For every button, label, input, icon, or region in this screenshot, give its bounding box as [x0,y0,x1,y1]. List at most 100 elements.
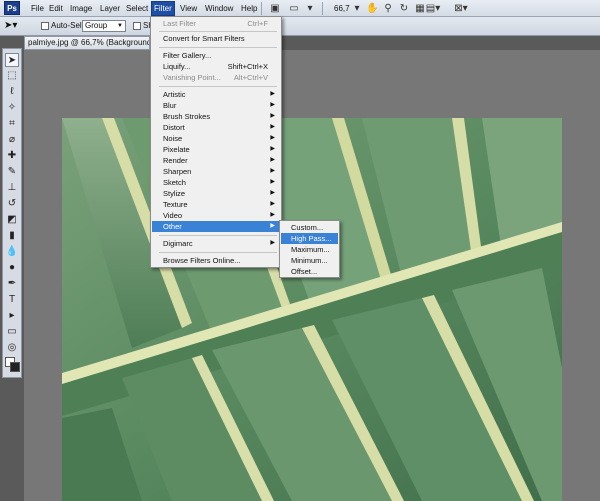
menu-item-liquify[interactable]: Liquify... Shift+Ctrl+X [152,61,280,72]
menu-window[interactable]: Window [203,2,235,15]
clone-stamp-tool-icon[interactable]: ⊥ [5,181,19,195]
dodge-tool-icon[interactable]: ● [5,261,19,275]
rotate-icon[interactable]: ↻ [398,2,410,15]
background-color-swatch[interactable] [10,362,20,372]
menu-edit[interactable]: Edit [47,2,65,15]
screen-mode-icon[interactable]: ▣ [268,2,282,15]
menu-item-browse-filters-online[interactable]: Browse Filters Online... [152,255,280,266]
menu-item-sharpen[interactable]: Sharpen ▶ [152,166,280,177]
menu-item-filter-gallery[interactable]: Filter Gallery... [152,50,280,61]
submenu-item-high-pass[interactable]: High Pass... [281,233,338,244]
magic-wand-tool-icon[interactable]: ✧ [5,101,19,115]
blur-tool-icon[interactable]: 💧 [5,245,19,259]
submenu-item-minimum[interactable]: Minimum... [281,255,338,266]
show-transform-checkbox[interactable] [133,22,141,30]
move-tool-preset-icon[interactable]: ➤▾ [4,20,17,32]
menu-file[interactable]: File [29,2,46,15]
chevron-down-icon: ▼ [117,23,123,29]
submenu-item-custom[interactable]: Custom... [281,222,338,233]
menu-item-render[interactable]: Render ▶ [152,155,280,166]
layout-icon[interactable]: ▾ [304,2,316,15]
menu-image[interactable]: Image [68,2,94,15]
lasso-tool-icon[interactable]: ℓ [5,85,19,99]
menu-item-video[interactable]: Video ▶ [152,210,280,221]
menu-item-sketch[interactable]: Sketch ▶ [152,177,280,188]
menu-help[interactable]: Help [239,2,259,15]
menu-item-digimarc[interactable]: Digimarc ▶ [152,238,280,249]
submenu-arrow-icon: ▶ [270,157,275,163]
submenu-arrow-icon: ▶ [270,190,275,196]
pen-tool-icon[interactable]: ✒ [5,277,19,291]
arrange-icon[interactable]: ▭ [288,2,300,15]
tools-panel: ➤ ⬚ ℓ ✧ ⌗ ⌀ ✚ ✎ ⊥ ↺ ◩ ▮ 💧 ● ✒ T ▸ ▭ ◎ [2,48,22,378]
menubar-divider [261,2,262,15]
filter-menu: Last Filter Ctrl+F Convert for Smart Fil… [150,16,282,268]
auto-select-checkbox[interactable] [41,22,49,30]
menu-item-other[interactable]: Other ▶ [152,221,280,232]
menu-item-stylize[interactable]: Stylize ▶ [152,188,280,199]
menu-bar: Ps File Edit Image Layer Select Filter V… [0,0,600,17]
menu-item-distort[interactable]: Distort ▶ [152,122,280,133]
menu-separator [159,31,277,32]
menu-item-pixelate[interactable]: Pixelate ▶ [152,144,280,155]
menu-item-brush-strokes[interactable]: Brush Strokes ▶ [152,111,280,122]
document-tab[interactable]: palmiye.jpg @ 66,7% (Background copy [24,36,150,50]
menu-select[interactable]: Select [124,2,150,15]
menu-separator [159,235,277,236]
workspace-icon[interactable]: ⊠▾ [452,2,470,15]
shape-tool-icon[interactable]: ▭ [5,325,19,339]
palm-leaf-image [62,118,562,501]
menu-item-label: Sketch [163,178,186,187]
menu-item-noise[interactable]: Noise ▶ [152,133,280,144]
submenu-item-offset[interactable]: Offset... [281,266,338,277]
move-tool-icon[interactable]: ➤ [5,53,19,67]
menu-item-blur[interactable]: Blur ▶ [152,100,280,111]
menu-item-convert-smart-filters[interactable]: Convert for Smart Filters [152,33,280,44]
3d-rotate-tool-icon[interactable]: ◎ [5,341,19,355]
menu-item-artistic[interactable]: Artistic ▶ [152,89,280,100]
menu-item-shortcut: Shift+Ctrl+X [227,62,268,71]
menu-item-shortcut: Alt+Ctrl+V [233,73,268,82]
hand-icon[interactable]: ✋ [366,2,378,15]
healing-brush-tool-icon[interactable]: ✚ [5,149,19,163]
menu-item-label: Video [163,211,183,220]
eraser-tool-icon[interactable]: ◩ [5,213,19,227]
path-selection-tool-icon[interactable]: ▸ [5,309,19,323]
submenu-arrow-icon: ▶ [270,91,275,97]
menu-item-label: Pixelate [163,145,190,154]
other-submenu: Custom... High Pass... Maximum... Minimu… [279,220,340,278]
zoom-dropdown-icon[interactable]: ▾ [352,2,362,15]
menu-filter[interactable]: Filter [151,1,175,16]
zoom-level[interactable]: 66,7 [334,2,350,15]
menu-item-label: Stylize [163,189,186,198]
submenu-arrow-icon: ▶ [270,146,275,152]
menu-item-label: Brush Strokes [163,112,211,121]
submenu-arrow-icon: ▶ [270,113,275,119]
menu-layer[interactable]: Layer [98,2,122,15]
menu-item-label: Blur [163,101,177,110]
menu-item-label: Noise [163,134,183,143]
eyedropper-tool-icon[interactable]: ⌀ [5,133,19,147]
menu-item-label: Last Filter [163,19,196,28]
auto-select-dropdown[interactable]: Group ▼ [82,20,126,32]
submenu-item-maximum[interactable]: Maximum... [281,244,338,255]
marquee-tool-icon[interactable]: ⬚ [5,69,19,83]
menu-view[interactable]: View [178,2,199,15]
brush-tool-icon[interactable]: ✎ [5,165,19,179]
menu-item-texture[interactable]: Texture ▶ [152,199,280,210]
gradient-tool-icon[interactable]: ▮ [5,229,19,243]
arrange-documents-icon[interactable]: ▤▾ [424,2,442,15]
photoshop-logo: Ps [4,1,20,15]
history-brush-tool-icon[interactable]: ↺ [5,197,19,211]
menu-item-label: Vanishing Point... [163,73,221,82]
menu-item-vanishing-point: Vanishing Point... Alt+Ctrl+V [152,72,280,83]
menu-item-label: Liquify... [163,62,191,71]
zoom-icon[interactable]: ⚲ [382,2,394,15]
palm-leaf-photo [62,118,562,501]
submenu-arrow-icon: ▶ [270,240,275,246]
submenu-arrow-icon: ▶ [270,212,275,218]
menu-item-label: Artistic [163,90,186,99]
type-tool-icon[interactable]: T [5,293,19,307]
crop-tool-icon[interactable]: ⌗ [5,117,19,131]
submenu-arrow-icon: ▶ [270,102,275,108]
